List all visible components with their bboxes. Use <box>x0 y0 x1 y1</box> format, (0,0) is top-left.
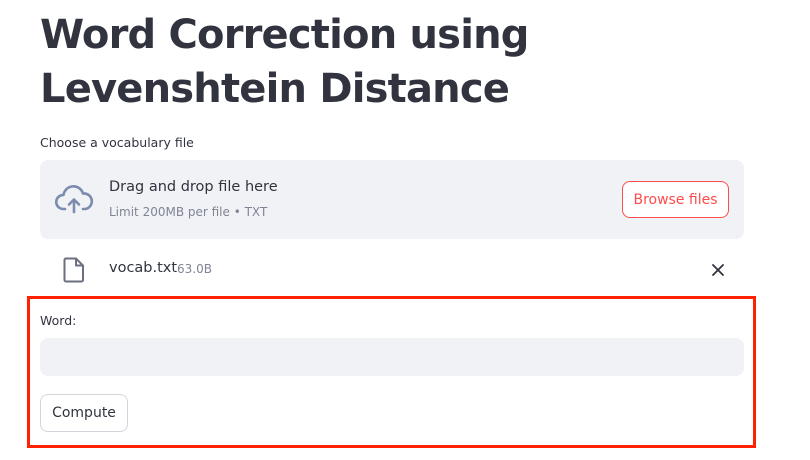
word-label: Word: <box>40 313 77 328</box>
dropzone-title: Drag and drop file here <box>109 179 278 195</box>
app-page: Word Correction using Levenshtein Distan… <box>0 0 810 460</box>
browse-files-button[interactable]: Browse files <box>622 181 729 218</box>
dropzone-limits: Limit 200MB per file • TXT <box>109 205 268 219</box>
file-dropzone[interactable]: Drag and drop file here Limit 200MB per … <box>40 160 744 239</box>
word-input[interactable] <box>40 338 744 376</box>
cloud-upload-icon <box>54 185 94 214</box>
uploaded-file-row: vocab.txt 63.0B <box>40 250 744 290</box>
vocabulary-file-label: Choose a vocabulary file <box>40 135 194 150</box>
file-icon <box>63 257 84 283</box>
uploaded-file-size: 63.0B <box>177 262 212 276</box>
close-icon <box>712 264 724 276</box>
compute-button[interactable]: Compute <box>40 394 128 432</box>
page-title: Word Correction using Levenshtein Distan… <box>40 12 529 112</box>
remove-file-button[interactable] <box>708 260 728 280</box>
uploaded-file-name: vocab.txt <box>109 260 178 276</box>
